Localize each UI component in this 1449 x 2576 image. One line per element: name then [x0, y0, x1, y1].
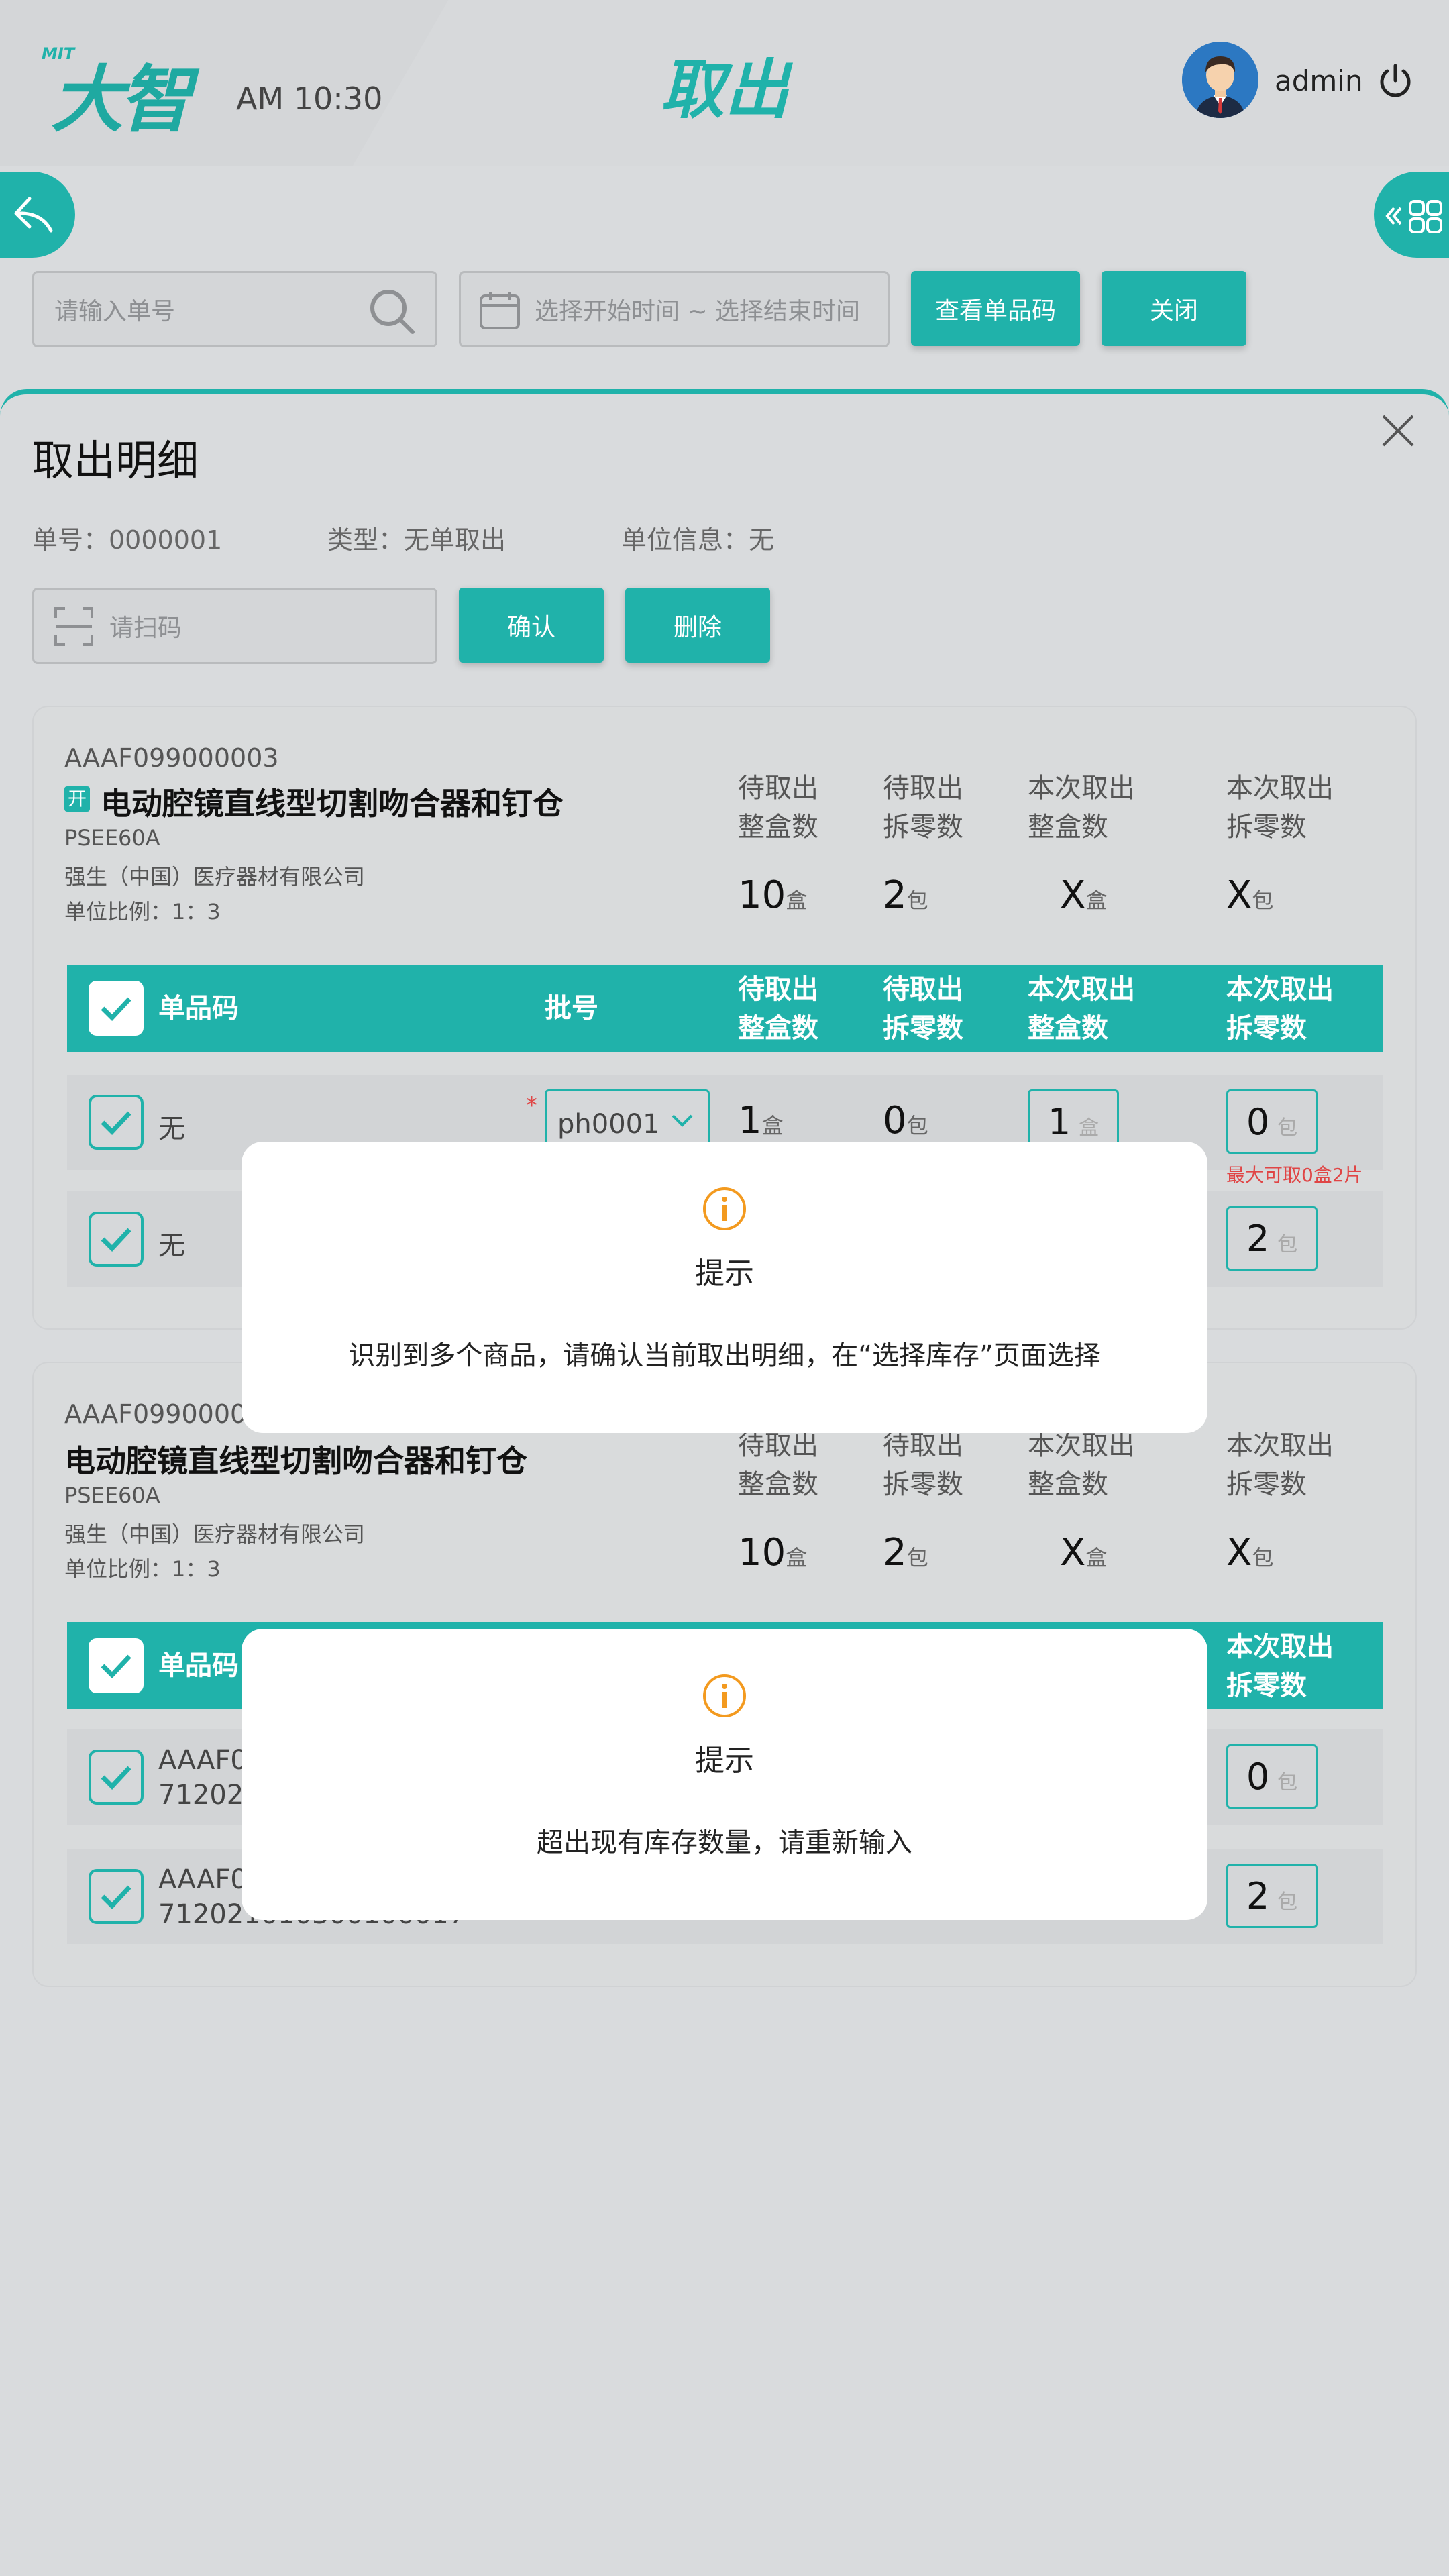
order-search-placeholder: 请输入单号 [54, 298, 176, 325]
take-loose-input[interactable]: 0包 [1226, 1089, 1318, 1154]
take-loose-input[interactable]: 2包 [1226, 1206, 1318, 1271]
order-search-input[interactable]: 请输入单号 [32, 271, 437, 347]
dialog-title: 提示 [695, 1743, 754, 1778]
scan-icon [54, 607, 93, 646]
grid-menu-icon [1385, 200, 1442, 233]
th-take-loose: 本次取出 拆零数 [1226, 974, 1334, 1044]
product-model: PSEE60A [64, 825, 160, 851]
back-button[interactable] [0, 172, 75, 258]
info-icon [703, 1674, 746, 1717]
check-icon [101, 1228, 131, 1252]
col-take-box: 本次取出 整盒数 [1028, 773, 1135, 843]
open-tag-badge: 开 [64, 786, 90, 812]
scan-placeholder: 请扫码 [109, 614, 182, 642]
take-box-value: X盒 [1060, 1531, 1108, 1574]
close-button[interactable]: 关闭 [1102, 271, 1246, 346]
row-checkbox[interactable] [89, 1095, 144, 1150]
product-code: AAAF09900000 [64, 1399, 263, 1429]
power-icon[interactable] [1377, 62, 1414, 99]
check-icon [101, 1111, 131, 1136]
col-pending-box: 待取出 整盒数 [738, 1430, 818, 1500]
check-icon [101, 1766, 131, 1790]
select-all-checkbox[interactable] [89, 981, 144, 1036]
pending-loose-value: 2包 [883, 1531, 928, 1574]
close-icon[interactable] [1379, 412, 1417, 449]
row-pending-loose: 0包 [883, 1099, 928, 1142]
unit-info: 单位信息：无 [621, 525, 775, 555]
chevron-down-icon [672, 1114, 693, 1127]
delete-button[interactable]: 删除 [625, 588, 770, 663]
panel-title: 取出明细 [32, 436, 199, 485]
search-icon[interactable] [367, 286, 417, 336]
order-number: 单号：0000001 [32, 525, 223, 555]
take-loose-input[interactable]: 2包 [1226, 1864, 1318, 1928]
col-pending-loose: 待取出 拆零数 [883, 1430, 963, 1500]
row-checkbox[interactable] [89, 1869, 144, 1924]
scan-input[interactable]: 请扫码 [32, 588, 437, 664]
select-all-checkbox[interactable] [89, 1638, 144, 1693]
product-name: 电动腔镜直线型切割吻合器和钉仓 [64, 1443, 527, 1479]
row-barcode: 无 [158, 1114, 185, 1144]
max-take-hint: 最大可取0盒2片 [1226, 1164, 1363, 1186]
logo: 大智 [51, 58, 192, 142]
product-code: AAAF099000003 [64, 743, 279, 773]
info-icon [703, 1187, 746, 1230]
unit-ratio: 单位比例：1：3 [64, 899, 221, 924]
th-pending-box: 待取出 整盒数 [738, 974, 818, 1044]
row-pending-box: 1盒 [738, 1099, 784, 1142]
avatar[interactable] [1182, 42, 1258, 118]
menu-button[interactable] [1374, 172, 1449, 258]
col-take-loose: 本次取出 拆零数 [1226, 1430, 1334, 1500]
row-barcode: 无 [158, 1230, 185, 1261]
unit-ratio: 单位比例：1：3 [64, 1556, 221, 1582]
date-range-input[interactable]: 选择开始时间 ~ 选择结束时间 [459, 271, 890, 347]
batch-value: ph0001 [557, 1109, 660, 1140]
th-barcode: 单品码 [158, 1650, 239, 1681]
product-model: PSEE60A [64, 1483, 160, 1508]
dialog-message: 识别到多个商品，请确认当前取出明细，在“选择库存”页面选择 [348, 1340, 1101, 1371]
th-barcode: 单品码 [158, 993, 239, 1024]
table-header: 单品码 批号 待取出 整盒数 待取出 拆零数 本次取出 整盒数 本次取出 拆零数 [67, 965, 1383, 1052]
pending-box-value: 10盒 [738, 1531, 808, 1574]
take-loose-input[interactable]: 0包 [1226, 1744, 1318, 1809]
page-title: 取出 [660, 52, 789, 127]
product-name: 电动腔镜直线型切割吻合器和钉仓 [101, 786, 564, 822]
col-take-loose: 本次取出 拆零数 [1226, 773, 1334, 843]
th-pending-loose: 待取出 拆零数 [883, 974, 963, 1044]
row-checkbox[interactable] [89, 1212, 144, 1267]
tip-dialog: 提示 超出现有库存数量，请重新输入 [241, 1629, 1208, 1920]
pending-box-value: 10盒 [738, 873, 808, 917]
dialog-title: 提示 [695, 1256, 754, 1291]
view-barcode-button[interactable]: 查看单品码 [911, 271, 1080, 346]
take-loose-value: X包 [1226, 1531, 1274, 1574]
confirm-button[interactable]: 确认 [459, 588, 604, 663]
back-arrow-icon [14, 197, 53, 233]
take-loose-value: X包 [1226, 873, 1274, 917]
check-icon [101, 1654, 131, 1679]
col-pending-loose: 待取出 拆零数 [883, 773, 963, 843]
username: admin [1275, 64, 1363, 97]
check-icon [101, 997, 131, 1022]
col-take-box: 本次取出 整盒数 [1028, 1430, 1135, 1500]
calendar-icon [480, 292, 520, 329]
product-company: 强生（中国）医疗器材有限公司 [64, 1521, 366, 1547]
th-take-loose: 本次取出 拆零数 [1226, 1631, 1334, 1701]
dialog-message: 超出现有库存数量，请重新输入 [537, 1827, 912, 1858]
row-checkbox[interactable] [89, 1750, 144, 1805]
date-range-placeholder: 选择开始时间 ~ 选择结束时间 [535, 298, 861, 325]
pending-loose-value: 2包 [883, 873, 928, 917]
required-mark: * [526, 1092, 537, 1119]
check-icon [101, 1885, 131, 1910]
order-type: 类型：无单取出 [327, 525, 506, 555]
tip-dialog: 提示 识别到多个商品，请确认当前取出明细，在“选择库存”页面选择 [241, 1142, 1208, 1433]
product-company: 强生（中国）医疗器材有限公司 [64, 864, 366, 890]
take-box-value: X盒 [1060, 873, 1108, 917]
th-take-box: 本次取出 整盒数 [1028, 974, 1135, 1044]
col-pending-box: 待取出 整盒数 [738, 773, 818, 843]
clock: AM 10:30 [236, 80, 383, 117]
th-batch: 批号 [545, 993, 598, 1024]
